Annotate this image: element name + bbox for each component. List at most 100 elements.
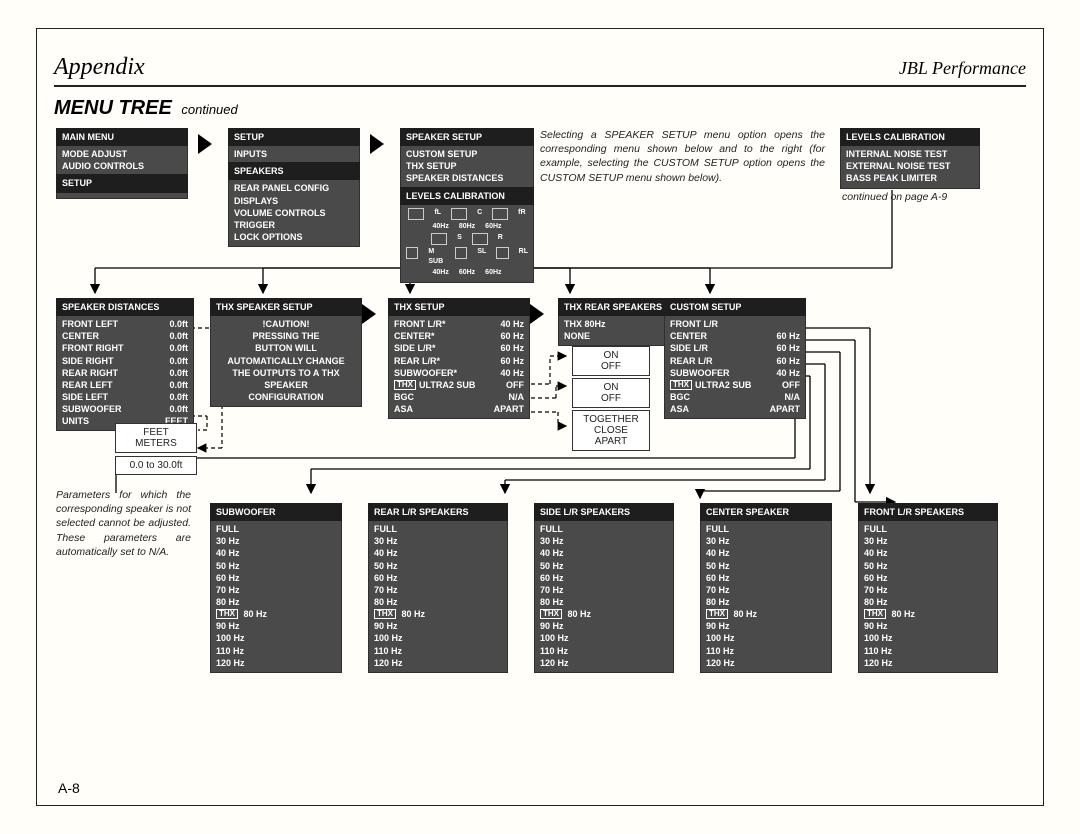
diag-label: S xyxy=(457,233,462,245)
diag-label: SL xyxy=(477,247,486,266)
range-box: 0.0 to 30.0ft xyxy=(115,456,197,475)
text-line: CONFIGURATION xyxy=(216,391,356,403)
kv-row: CENTER0.0ft xyxy=(62,330,188,342)
box-header: THX SETUP xyxy=(388,298,530,316)
kv-row: ASAAPART xyxy=(394,403,524,415)
kv-row: SIDE LEFT0.0ft xyxy=(62,391,188,403)
kv-row: FRONT LEFT0.0ft xyxy=(62,318,188,330)
arrow-right-icon xyxy=(362,304,376,324)
list-item: LEVELS CALIBRATION xyxy=(400,187,534,205)
menu-tree-stage: MAIN MENU MODE ADJUST AUDIO CONTROLS SET… xyxy=(50,128,1030,748)
diag-label: fL xyxy=(434,208,441,220)
kv-row: FRONT L/R xyxy=(670,318,800,330)
kv-row: THXULTRA2 SUBOFF xyxy=(394,379,524,391)
tca-box: TOGETHERCLOSEAPART xyxy=(572,410,650,451)
list-item: REAR PANEL CONFIG xyxy=(234,182,354,194)
hz-box: SIDE L/R SPEAKERSFULL30 Hz40 Hz50 Hz60 H… xyxy=(534,503,674,673)
kv-row: REAR RIGHT0.0ft xyxy=(62,367,188,379)
hz-box: REAR L/R SPEAKERSFULL30 Hz40 Hz50 Hz60 H… xyxy=(368,503,508,673)
hz-box: CENTER SPEAKERFULL30 Hz40 Hz50 Hz60 Hz70… xyxy=(700,503,832,673)
text-line: SPEAKER xyxy=(216,379,356,391)
feet-meters-box: FEET METERS xyxy=(115,423,197,453)
kv-row: FRONT L/R*40 Hz xyxy=(394,318,524,330)
kv-row: REAR L/R*60 Hz xyxy=(394,355,524,367)
diag-label: RL xyxy=(519,247,528,266)
diag-label: M SUB xyxy=(428,247,445,266)
diag-label: R xyxy=(498,233,503,245)
list-item: LOCK OPTIONS xyxy=(234,231,354,243)
list-item: INTERNAL NOISE TEST xyxy=(846,148,974,160)
onoff-box-2: ONOFF xyxy=(572,378,650,408)
onoff-box-1: ONOFF xyxy=(572,346,650,376)
list-item: VOLUME CONTROLS xyxy=(234,207,354,219)
kv-row: ASAAPART xyxy=(670,403,800,415)
list-item: SETUP xyxy=(56,174,188,192)
list-item: DISPLAYS xyxy=(234,195,354,207)
diag-label: C xyxy=(477,208,482,220)
kv-row: CENTER*60 Hz xyxy=(394,330,524,342)
param-note: Parameters for which the corresponding s… xyxy=(56,488,191,559)
main-menu-box: MAIN MENU MODE ADJUST AUDIO CONTROLS SET… xyxy=(56,128,188,199)
setup-header: SETUP xyxy=(228,128,360,146)
text-line: THE OUTPUTS TO A THX xyxy=(216,367,356,379)
list-item: INPUTS xyxy=(234,148,354,160)
thx-caution-box: THX SPEAKER SETUP !CAUTION! PRESSING THE… xyxy=(210,298,362,407)
box-header: CUSTOM SETUP xyxy=(664,298,806,316)
main-menu-header: MAIN MENU xyxy=(56,128,188,146)
list-item: CUSTOM SETUP xyxy=(406,148,528,160)
hz-box: FRONT L/R SPEAKERSFULL30 Hz40 Hz50 Hz60 … xyxy=(858,503,998,673)
setup-box: SETUP INPUTS SPEAKERS REAR PANEL CONFIG … xyxy=(228,128,360,247)
levels-cal-header: LEVELS CALIBRATION xyxy=(840,128,980,146)
speaker-setup-box: SPEAKER SETUP CUSTOM SETUP THX SETUP SPE… xyxy=(400,128,534,283)
list-item: BASS PEAK LIMITER xyxy=(846,172,974,184)
text-line: BUTTON WILL xyxy=(216,342,356,354)
title-continued: continued xyxy=(181,102,237,117)
header-right: JBL Performance xyxy=(899,58,1026,79)
box-header: SPEAKER DISTANCES xyxy=(56,298,194,316)
kv-row: THXULTRA2 SUBOFF xyxy=(670,379,800,391)
diag-label: 40Hz xyxy=(432,268,448,277)
list-item: TRIGGER xyxy=(234,219,354,231)
arrow-right-icon xyxy=(530,304,544,324)
box-header: THX SPEAKER SETUP xyxy=(210,298,362,316)
kv-row: SUBWOOFER*40 Hz xyxy=(394,367,524,379)
custom-setup-box: CUSTOM SETUP FRONT L/R CENTER60 Hz SIDE … xyxy=(664,298,806,419)
kv-row: BGCN/A xyxy=(670,391,800,403)
arrow-right-icon xyxy=(198,134,212,154)
arrow-right-icon xyxy=(370,134,384,154)
speaker-distances-box: SPEAKER DISTANCES FRONT LEFT0.0ft CENTER… xyxy=(56,298,194,431)
list-item: EXTERNAL NOISE TEST xyxy=(846,160,974,172)
thx-setup-box: THX SETUP FRONT L/R*40 Hz CENTER*60 Hz S… xyxy=(388,298,530,419)
text-line: !CAUTION! xyxy=(216,318,356,330)
page: Appendix JBL Performance MENU TREE conti… xyxy=(0,0,1080,834)
hz-box: SUBWOOFERFULL30 Hz40 Hz50 Hz60 Hz70 Hz80… xyxy=(210,503,342,673)
kv-row: SIDE L/R*60 Hz xyxy=(394,342,524,354)
list-item: AUDIO CONTROLS xyxy=(62,160,182,172)
speaker-diagram: fL CfR 40Hz 80Hz 60Hz S R M SUB SL RL 40Hz 60Hz… xyxy=(406,208,528,278)
list-item: SPEAKER DISTANCES xyxy=(406,172,528,184)
kv-row: SUBWOOFER0.0ft xyxy=(62,403,188,415)
list-item: THX SETUP xyxy=(406,160,528,172)
speaker-setup-header: SPEAKER SETUP xyxy=(400,128,534,146)
diag-label: 80Hz xyxy=(459,222,475,231)
kv-row: SIDE RIGHT0.0ft xyxy=(62,355,188,367)
title-main: MENU TREE xyxy=(54,97,172,119)
list-item: MODE ADJUST xyxy=(62,148,182,160)
kv-row: BGCN/A xyxy=(394,391,524,403)
diag-label: fR xyxy=(518,208,525,220)
kv-row: REAR L/R60 Hz xyxy=(670,355,800,367)
diag-label: 60Hz xyxy=(459,268,475,277)
kv-row: SIDE L/R60 Hz xyxy=(670,342,800,354)
kv-row: FRONT RIGHT0.0ft xyxy=(62,342,188,354)
diag-label: 60Hz xyxy=(485,222,501,231)
list-item: SPEAKERS xyxy=(228,162,360,180)
levels-continued: continued on page A-9 xyxy=(842,190,947,204)
header: Appendix JBL Performance xyxy=(54,54,1026,87)
kv-row: REAR LEFT0.0ft xyxy=(62,379,188,391)
diag-label: 40Hz xyxy=(432,222,448,231)
page-number: A-8 xyxy=(58,780,80,796)
header-left: Appendix xyxy=(54,54,145,81)
text-line: PRESSING THE xyxy=(216,330,356,342)
kv-row: CENTER60 Hz xyxy=(670,330,800,342)
kv-row: SUBWOOFER40 Hz xyxy=(670,367,800,379)
